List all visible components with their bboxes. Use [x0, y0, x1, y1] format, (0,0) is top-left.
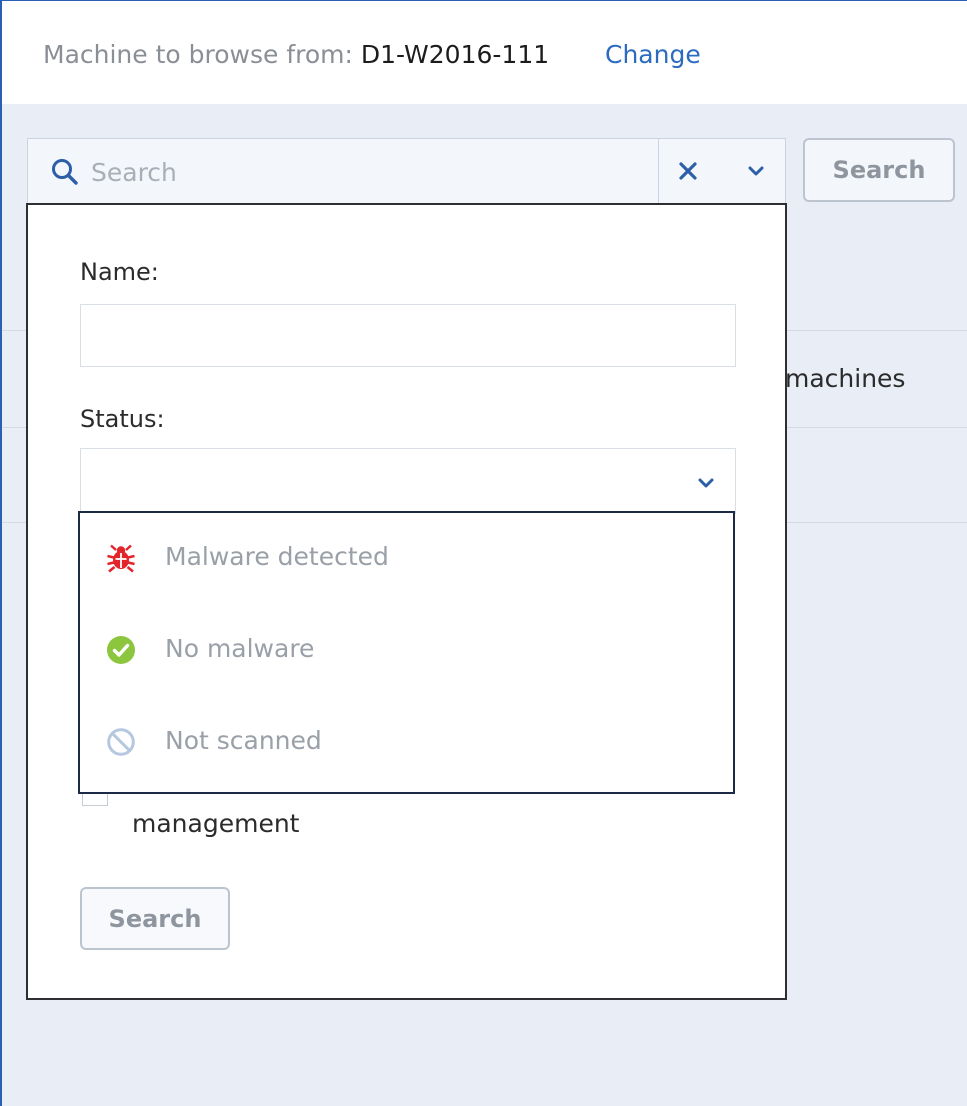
bug-icon — [107, 544, 135, 573]
close-icon[interactable] — [679, 162, 697, 180]
chevron-down-icon — [698, 478, 714, 488]
list-item-text: machines — [785, 364, 906, 393]
status-select[interactable] — [80, 448, 736, 514]
chevron-down-icon[interactable] — [747, 165, 765, 177]
search-box[interactable] — [27, 138, 786, 204]
option-not-scanned[interactable]: Not scanned — [80, 697, 733, 789]
machine-browse-label: Machine to browse from: D1-W2016-111 — [43, 40, 550, 69]
option-no-malware[interactable]: No malware — [80, 605, 733, 697]
machine-name: D1-W2016-111 — [360, 40, 550, 69]
apply-search-button[interactable]: Search — [80, 887, 230, 950]
option-label: Not scanned — [165, 726, 322, 755]
option-malware-detected[interactable]: Malware detected — [80, 513, 733, 605]
prohibited-icon — [107, 728, 135, 756]
name-field[interactable] — [80, 304, 736, 367]
status-label: Status: — [80, 405, 165, 433]
search-button[interactable]: Search — [803, 138, 955, 202]
search-input[interactable] — [91, 151, 651, 193]
search-box-divider — [658, 139, 659, 203]
option-label: Malware detected — [165, 542, 389, 571]
change-machine-link[interactable]: Change — [605, 40, 701, 69]
option-label: No malware — [165, 634, 315, 663]
check-circle-icon — [107, 636, 135, 664]
name-label: Name: — [80, 258, 159, 286]
search-icon — [52, 159, 78, 185]
machine-browse-bar: Machine to browse from: D1-W2016-111 Cha… — [2, 1, 967, 104]
status-dropdown-menu: Malware detected No malware Not scanned — [78, 511, 735, 794]
